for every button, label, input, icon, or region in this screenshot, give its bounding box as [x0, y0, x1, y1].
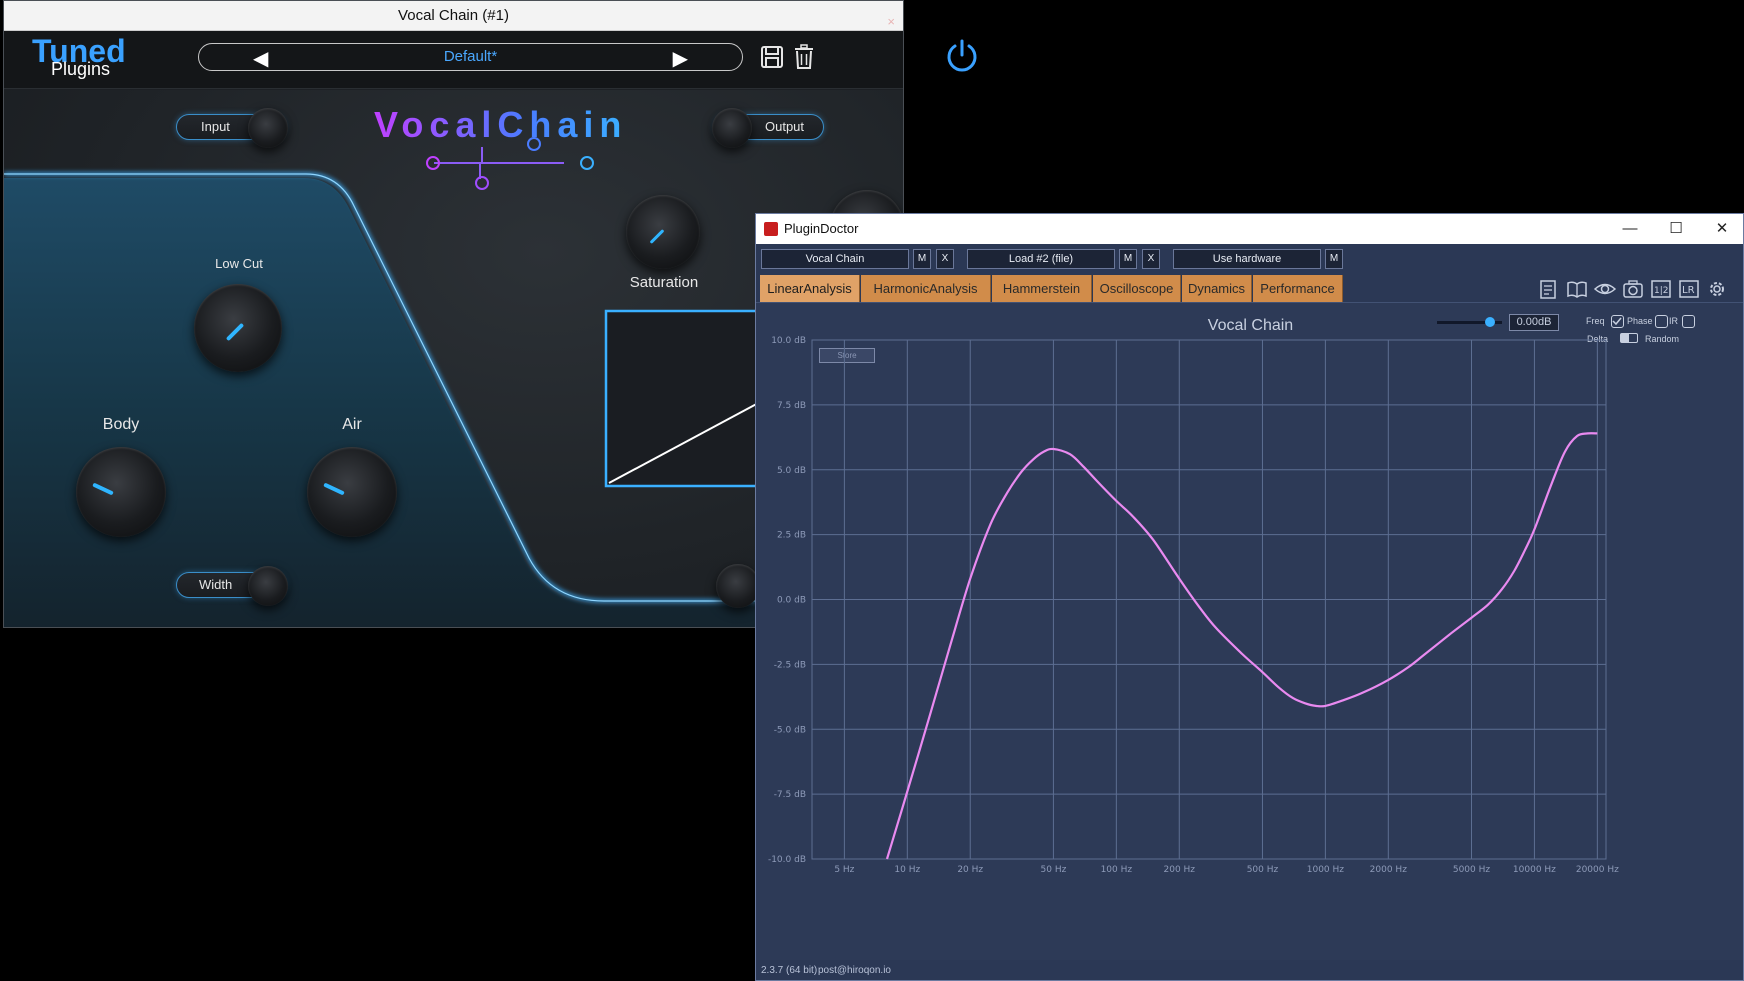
- svg-text:1|2: 1|2: [1654, 286, 1668, 296]
- tab-harmonic-analysis[interactable]: HarmonicAnalysis: [861, 275, 991, 302]
- air-label: Air: [342, 416, 362, 433]
- plugin-slot-1[interactable]: Vocal Chain: [761, 249, 909, 269]
- y-tick-label: 0.0 dB: [777, 596, 806, 606]
- knob-partial-bottom[interactable]: [716, 564, 760, 608]
- notes-icon[interactable]: [1538, 278, 1560, 300]
- x-tick-label: 1000 Hz: [1307, 865, 1345, 875]
- y-tick-label: -7.5 dB: [774, 790, 806, 800]
- next-preset-icon[interactable]: ▶: [673, 46, 688, 71]
- x-tick-label: 50 Hz: [1041, 865, 1067, 875]
- window-title: Vocal Chain (#1): [398, 7, 509, 24]
- minimize-icon[interactable]: —: [1607, 214, 1653, 244]
- tab-hammerstein[interactable]: Hammerstein: [992, 275, 1092, 302]
- power-icon[interactable]: [944, 38, 980, 74]
- status-bar: 2.3.7 (64 bit) post@hiroqon.io: [756, 960, 1743, 980]
- brand-title: VocalChain: [374, 104, 628, 145]
- saturation-knob[interactable]: [626, 195, 700, 269]
- x-tick-label: 10 Hz: [894, 865, 920, 875]
- save-icon[interactable]: [760, 45, 784, 69]
- width-knob[interactable]: [248, 566, 288, 606]
- window-title: PluginDoctor: [784, 221, 859, 236]
- x-tick-label: 5000 Hz: [1453, 865, 1491, 875]
- eye-icon[interactable]: [1594, 278, 1616, 300]
- email-link[interactable]: post@hiroqon.io: [818, 960, 891, 980]
- tab-linear-analysis[interactable]: LinearAnalysis: [760, 275, 860, 302]
- width-label: Width: [199, 577, 233, 592]
- air-knob[interactable]: [307, 447, 397, 537]
- input-label: Input: [201, 119, 230, 134]
- x-tick-label: 100 Hz: [1101, 865, 1133, 875]
- slot1-x-button[interactable]: X: [936, 249, 954, 269]
- x-tick-label: 500 Hz: [1247, 865, 1279, 875]
- y-tick-label: 10.0 dB: [771, 336, 806, 346]
- frequency-response-line: [885, 432, 1598, 860]
- tab-dynamics[interactable]: Dynamics: [1182, 275, 1252, 302]
- maximize-icon[interactable]: ☐: [1653, 214, 1699, 244]
- camera-icon[interactable]: [1622, 278, 1644, 300]
- saturation-label: Saturation: [629, 274, 699, 291]
- lr-icon[interactable]: LR: [1678, 278, 1700, 300]
- x-tick-label: 200 Hz: [1164, 865, 1196, 875]
- output-label: Output: [765, 119, 805, 134]
- tab-performance[interactable]: Performance: [1253, 275, 1343, 302]
- prev-preset-icon[interactable]: ◀: [253, 46, 268, 71]
- y-tick-label: 7.5 dB: [777, 401, 806, 411]
- low-cut-label: Low Cut: [215, 256, 263, 271]
- svg-text:LR: LR: [1682, 285, 1695, 296]
- plugindoctor-window: PluginDoctor — ☐ ✕ Vocal Chain M X Load …: [755, 213, 1744, 981]
- plugin-header: Tuned Plugins Default* ◀ ▶: [4, 31, 903, 89]
- linear-analysis-plot: Vocal Chain Store 0.00dB Freq Phase IR D…: [756, 302, 1744, 961]
- y-tick-label: 2.5 dB: [777, 531, 806, 541]
- x-tick-label: 20 Hz: [957, 865, 983, 875]
- app-icon: [764, 222, 778, 236]
- plugin-slots-toolbar: Vocal Chain M X Load #2 (file) M X Use h…: [756, 244, 1743, 272]
- low-cut-knob[interactable]: [194, 284, 282, 372]
- input-knob[interactable]: [248, 108, 288, 148]
- book-icon[interactable]: [1566, 278, 1588, 300]
- gear-icon[interactable]: [1706, 278, 1728, 300]
- x-tick-label: 20000 Hz: [1576, 865, 1619, 875]
- slot1-m-button[interactable]: M: [913, 249, 931, 269]
- plugindoctor-titlebar[interactable]: PluginDoctor — ☐ ✕: [756, 214, 1743, 244]
- output-knob[interactable]: [712, 108, 752, 148]
- x-tick-label: 5 Hz: [834, 865, 854, 875]
- y-tick-label: -10.0 dB: [768, 855, 806, 865]
- logo-plugins: Plugins: [51, 59, 111, 79]
- y-tick-label: -2.5 dB: [774, 660, 806, 670]
- y-tick-label: 5.0 dB: [777, 466, 806, 476]
- body-knob[interactable]: [76, 447, 166, 537]
- x-tick-label: 2000 Hz: [1370, 865, 1408, 875]
- split-icon[interactable]: 1|2: [1650, 278, 1672, 300]
- vocal-chain-titlebar[interactable]: Vocal Chain (#1) ×: [4, 1, 903, 31]
- trash-icon[interactable]: [793, 44, 815, 70]
- slot2-x-button[interactable]: X: [1142, 249, 1160, 269]
- plugin-slot-3[interactable]: Use hardware: [1173, 249, 1321, 269]
- tab-oscilloscope[interactable]: Oscilloscope: [1093, 275, 1181, 302]
- slot2-m-button[interactable]: M: [1119, 249, 1137, 269]
- version-text: 2.3.7 (64 bit): [761, 965, 818, 976]
- slot3-m-button[interactable]: M: [1325, 249, 1343, 269]
- preset-selector[interactable]: Default* ◀ ▶: [198, 43, 743, 71]
- x-tick-label: 10000 Hz: [1513, 865, 1556, 875]
- frequency-response-chart[interactable]: 10.0 dB 7.5 dB 5.0 dB 2.5 dB 0.0 dB -2.5 dB -5…: [756, 303, 1744, 961]
- body-label: Body: [102, 416, 140, 433]
- close-icon[interactable]: ✕: [1699, 214, 1743, 244]
- plugin-slot-2[interactable]: Load #2 (file): [967, 249, 1115, 269]
- y-tick-label: -5.0 dB: [774, 725, 806, 735]
- preset-name[interactable]: Default*: [199, 44, 742, 69]
